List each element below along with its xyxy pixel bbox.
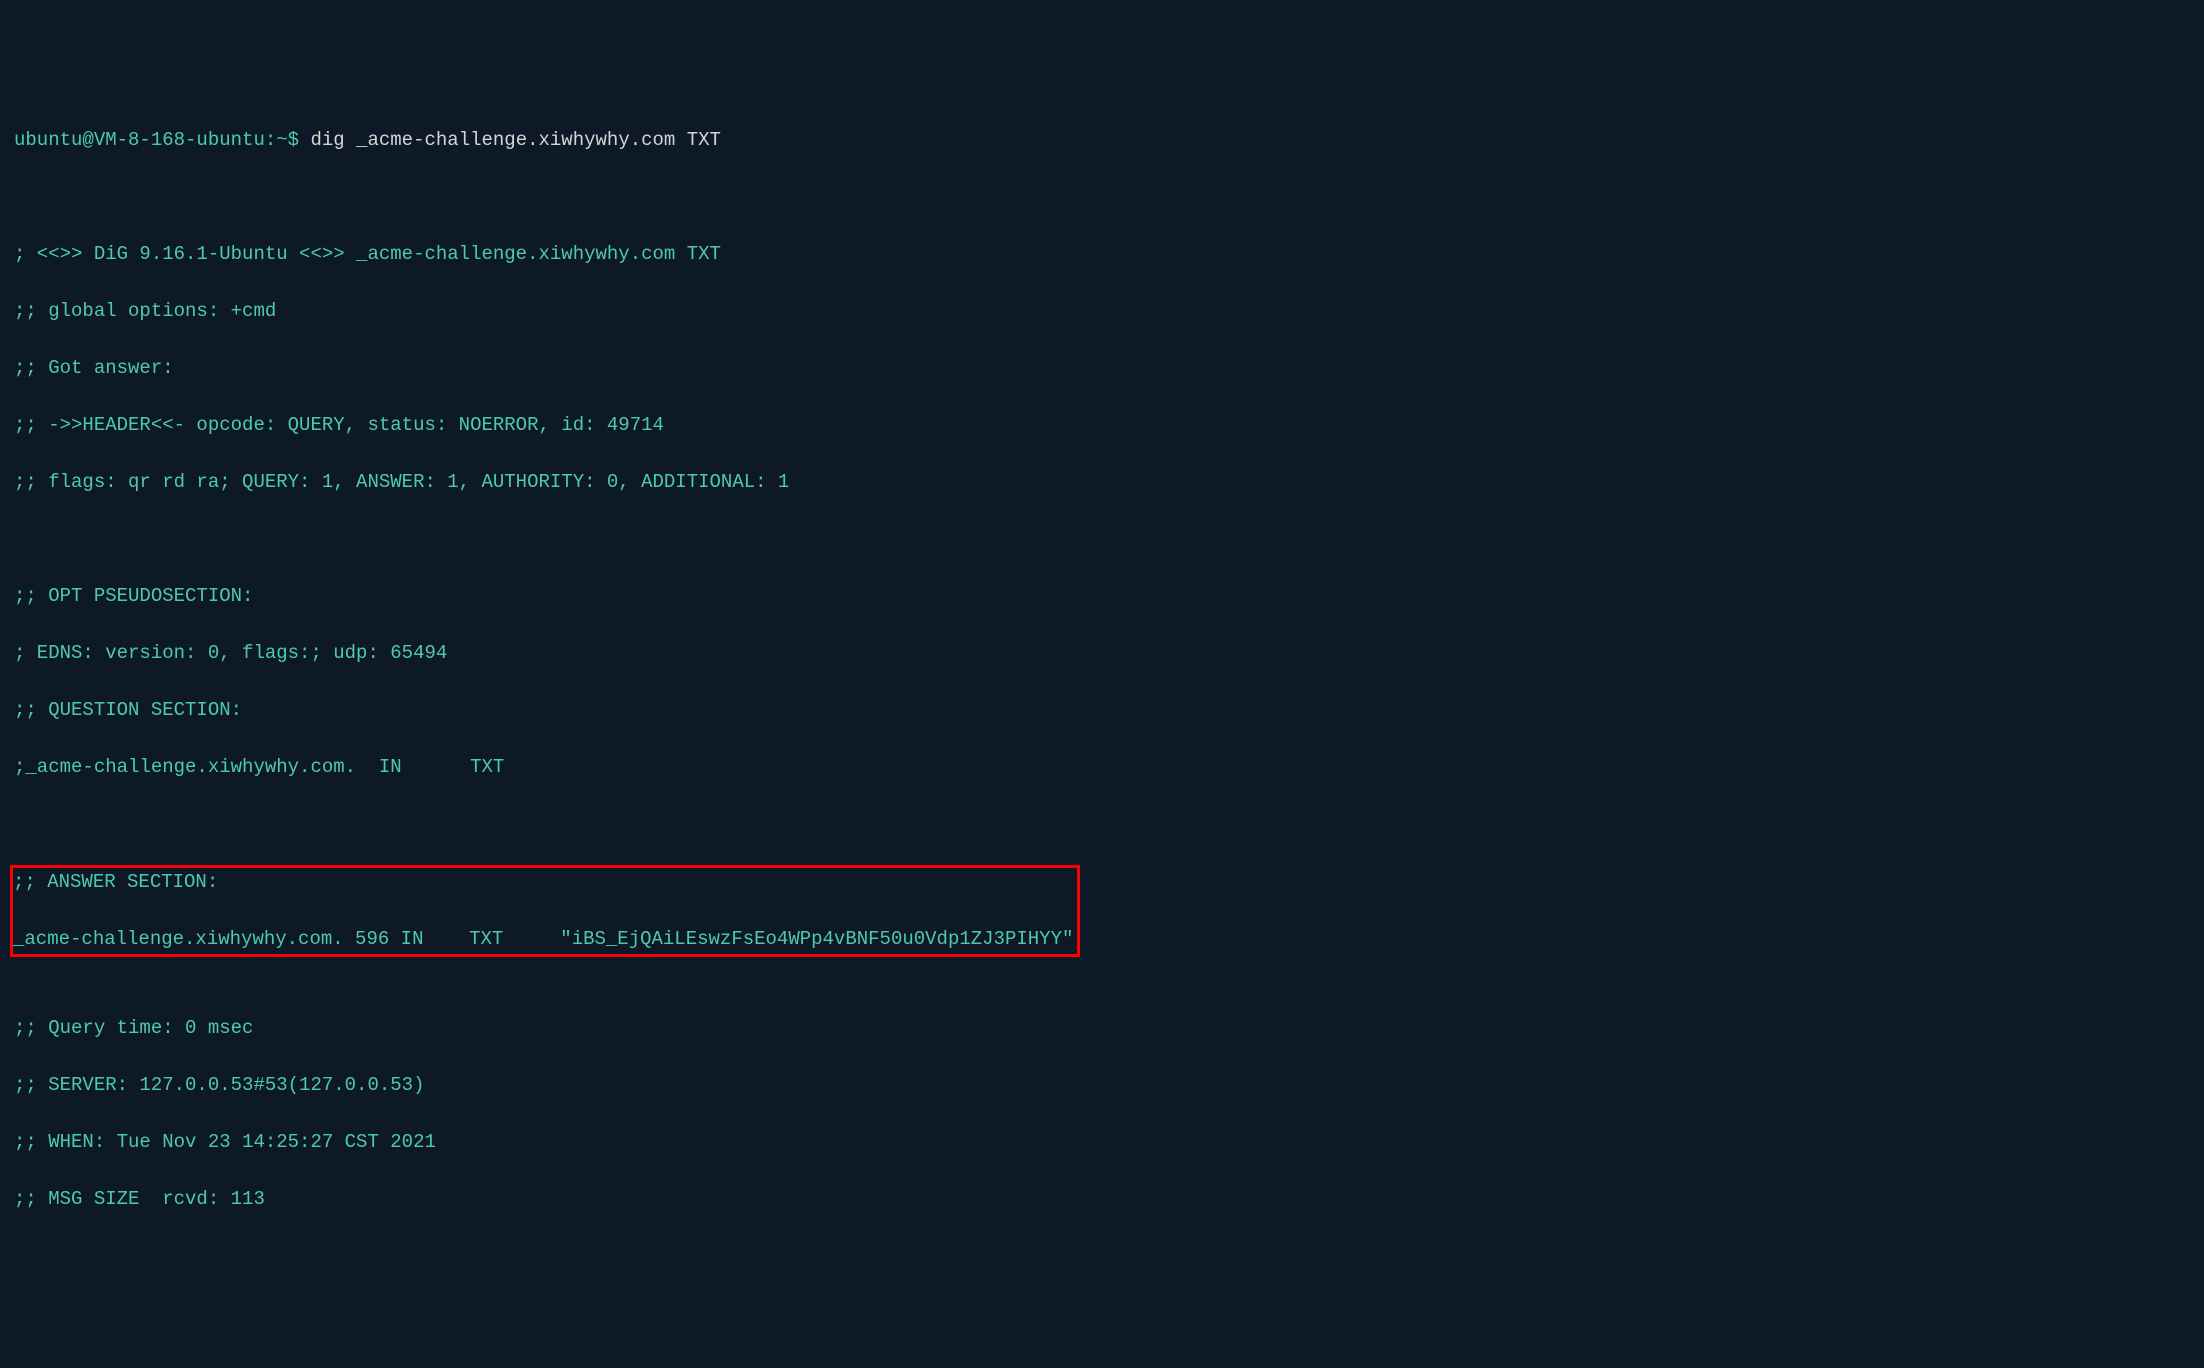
msg-size: ;; MSG SIZE rcvd: 113	[14, 1185, 2190, 1214]
flags-line: ;; flags: qr rd ra; QUERY: 1, ANSWER: 1,…	[14, 468, 2190, 497]
query-time: ;; Query time: 0 msec	[14, 1014, 2190, 1043]
question-record: ;_acme-challenge.xiwhywhy.com. IN TXT	[14, 753, 2190, 782]
prompt-user: ubuntu@VM-8-168-ubuntu	[14, 129, 265, 151]
when-line: ;; WHEN: Tue Nov 23 14:25:27 CST 2021	[14, 1128, 2190, 1157]
global-options: ;; global options: +cmd	[14, 297, 2190, 326]
question-section-header: ;; QUESTION SECTION:	[14, 696, 2190, 725]
answer-section-header: ;; ANSWER SECTION:	[13, 868, 1073, 897]
prompt-separator: :	[265, 129, 276, 151]
header-line: ;; ->>HEADER<<- opcode: QUERY, status: N…	[14, 411, 2190, 440]
opt-pseudosection-header: ;; OPT PSEUDOSECTION:	[14, 582, 2190, 611]
dig-banner: ; <<>> DiG 9.16.1-Ubuntu <<>> _acme-chal…	[14, 240, 2190, 269]
answer-highlight-box: ;; ANSWER SECTION: _acme-challenge.xiwhy…	[10, 865, 1080, 957]
edns-line: ; EDNS: version: 0, flags:; udp: 65494	[14, 639, 2190, 668]
blank-line	[14, 183, 2190, 212]
blank-line	[14, 810, 2190, 839]
blank-line	[14, 957, 2190, 986]
server-line: ;; SERVER: 127.0.0.53#53(127.0.0.53)	[14, 1071, 2190, 1100]
command-text: dig _acme-challenge.xiwhywhy.com TXT	[310, 129, 720, 151]
prompt-path: ~	[276, 129, 287, 151]
blank-line	[14, 525, 2190, 554]
answer-record: _acme-challenge.xiwhywhy.com. 596 IN TXT…	[13, 925, 1073, 954]
got-answer: ;; Got answer:	[14, 354, 2190, 383]
prompt-symbol: $	[288, 129, 299, 151]
prompt-line[interactable]: ubuntu@VM-8-168-ubuntu:~$ dig _acme-chal…	[14, 126, 2190, 155]
